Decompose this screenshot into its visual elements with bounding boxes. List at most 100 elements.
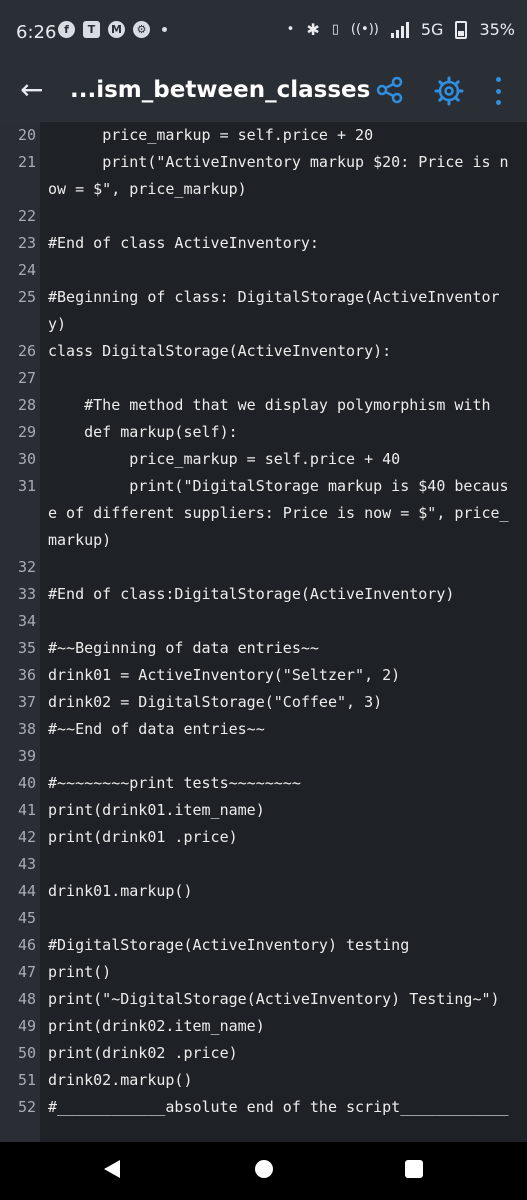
line-number: 30 <box>17 450 36 468</box>
line-number: 36 <box>17 666 36 684</box>
line-number: 39 <box>17 747 36 765</box>
line-number: 44 <box>17 882 36 900</box>
line-number: 46 <box>17 936 36 954</box>
code-line: 35 #~~Beginning of data entries~~ <box>0 635 527 662</box>
code-line: 47 print() <box>0 959 527 986</box>
code-line: 31 print("DigitalStorage markup is $40 b… <box>0 473 527 554</box>
code-text: #End of class ActiveInventory: <box>48 234 319 252</box>
line-number: 42 <box>17 828 36 846</box>
code-line: 42 print(drink01 .price) <box>0 824 527 851</box>
status-bar: 6:26 f T M ⚙ • ✱ ▯ ((•)) 5G 35% <box>0 0 527 62</box>
code-line: 28 #The method that we display polymorph… <box>0 392 527 419</box>
code-line: 29 def markup(self): <box>0 419 527 446</box>
code-line: 51 drink02.markup() <box>0 1067 527 1094</box>
code-text: print(drink02 .price) <box>48 1044 238 1062</box>
m-app-icon: M <box>108 21 125 38</box>
share-icon[interactable] <box>375 75 405 105</box>
line-number: 25 <box>17 288 36 306</box>
line-number: 34 <box>17 612 36 630</box>
line-number: 20 <box>17 126 36 144</box>
code-text: #End of class:DigitalStorage(ActiveInven… <box>48 585 455 603</box>
code-text: print(drink01 .price) <box>48 828 238 846</box>
code-line: 41 print(drink01.item_name) <box>0 797 527 824</box>
line-number: 45 <box>17 909 36 927</box>
code-line: 49 print(drink02.item_name) <box>0 1013 527 1040</box>
hotspot-icon: ((•)) <box>350 22 379 37</box>
line-number: 43 <box>17 855 36 873</box>
line-number: 27 <box>17 369 36 387</box>
t-app-icon: T <box>83 21 100 38</box>
code-text: price_markup = self.price + 20 <box>48 126 374 144</box>
line-number: 50 <box>17 1044 36 1062</box>
code-text: print("DigitalStorage markup is $40 beca… <box>48 477 509 549</box>
code-text: print(drink01.item_name) <box>48 801 265 819</box>
gear-icon[interactable] <box>433 75 465 107</box>
code-line: 45 <box>0 905 527 932</box>
code-line: 23 #End of class ActiveInventory: <box>0 230 527 257</box>
code-text: drink01 = ActiveInventory("Seltzer", 2) <box>48 666 401 684</box>
code-text: #DigitalStorage(ActiveInventory) testing <box>48 936 410 954</box>
vibrate-icon: ▯ <box>331 22 339 37</box>
code-text: #~~Beginning of data entries~~ <box>48 639 319 657</box>
app-bar: ← ...ism_between_classes <box>0 62 527 122</box>
code-line: 26 class DigitalStorage(ActiveInventory): <box>0 338 527 365</box>
code-line: 20 price_markup = self.price + 20 <box>0 122 527 149</box>
line-number: 28 <box>17 396 36 414</box>
code-text: drink02 = DigitalStorage("Coffee", 3) <box>48 693 383 711</box>
battery-icon <box>455 20 468 39</box>
code-text: drink01.markup() <box>48 882 193 900</box>
code-line: 46 #DigitalStorage(ActiveInventory) testi… <box>0 932 527 959</box>
code-line: 43 <box>0 851 527 878</box>
more-options-icon[interactable] <box>492 77 504 105</box>
notification-icons: f T M ⚙ <box>58 21 167 38</box>
line-number: 26 <box>17 342 36 360</box>
code-line: 33 #End of class:DigitalStorage(ActiveInv… <box>0 581 527 608</box>
more-notifications-dot <box>162 27 167 32</box>
bluetooth-icon: ✱ <box>306 20 320 39</box>
code-text: #Beginning of class: DigitalStorage(Acti… <box>48 288 500 333</box>
line-number: 24 <box>17 261 36 279</box>
code-text: print("ActiveInventory markup $20: Price… <box>48 153 509 198</box>
line-number: 29 <box>17 423 36 441</box>
code-lines: 20 price_markup = self.price + 20 21 prin… <box>0 122 527 1142</box>
line-number: 37 <box>17 693 36 711</box>
signal-icon <box>390 21 409 38</box>
code-text: def markup(self): <box>48 423 238 441</box>
code-text: print("~DigitalStorage(ActiveInventory) … <box>48 990 500 1008</box>
line-number: 31 <box>17 477 36 495</box>
line-number: 38 <box>17 720 36 738</box>
line-number: 22 <box>17 207 36 225</box>
code-line: 40 #~~~~~~~~print tests~~~~~~~~ <box>0 770 527 797</box>
code-line: 22 <box>0 203 527 230</box>
line-number: 48 <box>17 990 36 1008</box>
code-line: 50 print(drink02 .price) <box>0 1040 527 1067</box>
line-number: 49 <box>17 1017 36 1035</box>
nav-back-icon[interactable] <box>104 1160 120 1178</box>
navigation-bar <box>0 1142 527 1200</box>
line-number: 47 <box>17 963 36 981</box>
code-text: #The method that we display polymorphism… <box>48 396 491 414</box>
file-title: ...ism_between_classes <box>70 77 371 103</box>
code-line: 34 <box>0 608 527 635</box>
code-text: drink02.markup() <box>48 1071 193 1089</box>
system-status-icons: • ✱ ▯ ((•)) 5G 35% <box>287 20 515 39</box>
code-line: 30 price_markup = self.price + 40 <box>0 446 527 473</box>
line-number: 52 <box>17 1098 36 1116</box>
nav-recents-icon[interactable] <box>405 1160 423 1178</box>
network-type: 5G <box>420 20 444 39</box>
code-editor[interactable]: 20 price_markup = self.price + 20 21 prin… <box>0 122 527 1142</box>
code-line: 27 <box>0 365 527 392</box>
code-text: #~~End of data entries~~ <box>48 720 265 738</box>
nav-home-icon[interactable] <box>255 1160 273 1178</box>
line-number: 32 <box>17 558 36 576</box>
code-line: 21 print("ActiveInventory markup $20: Pr… <box>0 149 527 203</box>
code-line: 25 #Beginning of class: DigitalStorage(Ac… <box>0 284 527 338</box>
code-line: 52 #____________absolute end of the scrip… <box>0 1094 527 1142</box>
back-arrow-icon[interactable]: ← <box>20 75 43 105</box>
code-line: 38 #~~End of data entries~~ <box>0 716 527 743</box>
